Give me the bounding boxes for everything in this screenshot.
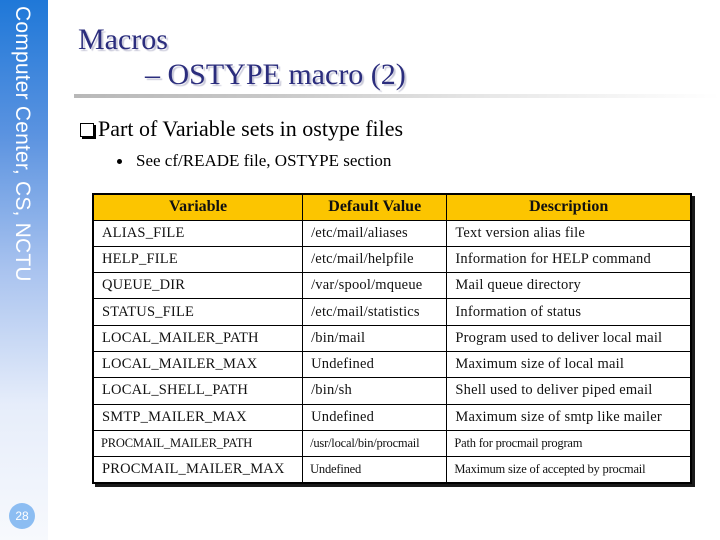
header-variable: Variable [92,193,304,221]
table-row: STATUS_FILE /etc/mail/statistics Informa… [92,298,692,326]
dot-bullet-icon [117,158,122,164]
table-row: HELP_FILE /etc/mail/helpfile Information… [92,245,692,274]
header-default-value: Default Value [302,193,448,221]
table-header-row: Variable Default Value Description [92,193,692,221]
header-description: Description [446,193,692,221]
table-row: PROCMAIL_MAILER_PATH /usr/local/bin/proc… [92,429,692,458]
page-number-badge: 28 [9,503,35,529]
cell-description: Program used to deliver local mail [446,324,692,352]
title-divider [74,94,720,98]
cell-default: /etc/mail/statistics [302,298,448,326]
cell-variable: STATUS_FILE [92,298,304,326]
cell-variable: QUEUE_DIR [92,272,304,300]
slide-title: Macros – OSTYPE macro (2) [78,24,406,91]
table-row: PROCMAIL_MAILER_MAX Undefined Maximum si… [92,456,692,484]
main-bullet: Part of Variable sets in ostype files [80,116,403,142]
table-row: QUEUE_DIR /var/spool/mqueue Mail queue d… [92,272,692,300]
cell-default: /usr/local/bin/procmail [302,429,448,458]
cell-description: Maximum size of accepted by procmail [446,456,692,484]
cell-variable: SMTP_MAILER_MAX [92,403,304,431]
cell-description: Maximum size of local mail [446,350,692,379]
cell-default: /etc/mail/aliases [302,219,448,247]
cell-description: Path for procmail program [446,429,692,458]
cell-default: /bin/sh [302,377,448,405]
cell-variable: LOCAL_MAILER_MAX [92,350,304,379]
table-row: LOCAL_MAILER_MAX Undefined Maximum size … [92,350,692,379]
cell-variable: LOCAL_SHELL_PATH [92,377,304,405]
cell-description: Text version alias file [446,219,692,247]
org-label: Computer Center, CS, NCTU [11,6,34,282]
table-row: ALIAS_FILE /etc/mail/aliases Text versio… [92,219,692,247]
sub-bullet: See cf/READE file, OSTYPE section [117,151,391,171]
cell-variable: HELP_FILE [92,245,304,274]
variables-table: Variable Default Value Description ALIAS… [92,193,692,484]
cell-description: Maximum size of smtp like mailer [446,403,692,431]
checkbox-bullet-icon [80,123,94,137]
cell-default: Undefined [302,456,448,484]
cell-default: Undefined [302,403,448,431]
table-row: LOCAL_MAILER_PATH /bin/mail Program used… [92,324,692,352]
table-row: LOCAL_SHELL_PATH /bin/sh Shell used to d… [92,377,692,405]
title-line-1: Macros [78,23,168,56]
cell-variable: PROCMAIL_MAILER_MAX [92,456,304,484]
cell-description: Information of status [446,298,692,326]
main-bullet-text: Part of Variable sets in ostype files [98,116,404,141]
sidebar: Computer Center, CS, NCTU 28 [0,0,48,540]
cell-description: Shell used to deliver piped email [446,377,692,405]
cell-variable: ALIAS_FILE [92,219,304,247]
cell-default: /var/spool/mqueue [302,272,448,300]
cell-description: Information for HELP command [446,245,692,274]
table-row: SMTP_MAILER_MAX Undefined Maximum size o… [92,403,692,431]
cell-variable: PROCMAIL_MAILER_PATH [92,429,304,458]
cell-description: Mail queue directory [446,272,692,300]
title-line-2: – OSTYPE macro (2) [145,58,406,91]
cell-default: /etc/mail/helpfile [302,245,448,274]
cell-variable: LOCAL_MAILER_PATH [92,324,304,352]
cell-default: /bin/mail [302,324,448,352]
sub-bullet-text: See cf/READE file, OSTYPE section [136,151,392,170]
cell-default: Undefined [302,350,448,379]
